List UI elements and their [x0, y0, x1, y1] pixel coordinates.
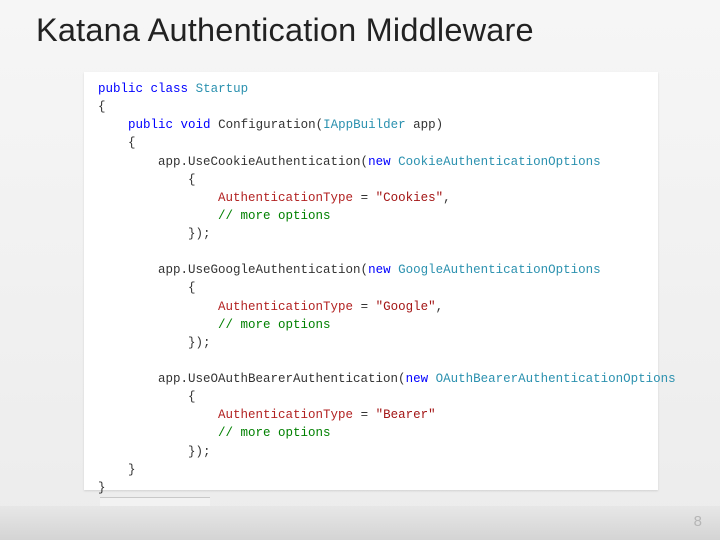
brace: { [188, 173, 196, 187]
string-google: "Google" [376, 300, 436, 314]
page-number: 8 [694, 513, 702, 530]
string-bearer: "Bearer" [376, 408, 436, 422]
brace: { [98, 100, 106, 114]
equals: = [353, 300, 376, 314]
footer-bar [0, 506, 720, 540]
equals: = [353, 408, 376, 422]
comma: , [436, 300, 444, 314]
keyword-public: public [128, 118, 173, 132]
brace: { [128, 136, 136, 150]
prop-authtype: AuthenticationType [218, 300, 353, 314]
comment-more: // more options [218, 426, 331, 440]
code-block: public class Startup { public void Confi… [84, 72, 658, 505]
method-name: Configuration( [218, 118, 323, 132]
equals: = [353, 191, 376, 205]
keyword-void: void [181, 118, 211, 132]
brace-close: }); [188, 227, 211, 241]
keyword-new: new [368, 155, 391, 169]
brace: } [128, 463, 136, 477]
keyword-public: public [98, 82, 143, 96]
brace-close: }); [188, 336, 211, 350]
prop-authtype: AuthenticationType [218, 191, 353, 205]
call-cookie: app.UseCookieAuthentication( [158, 155, 368, 169]
type-startup: Startup [196, 82, 249, 96]
type-iappbuilder: IAppBuilder [323, 118, 406, 132]
brace: { [188, 390, 196, 404]
keyword-new: new [406, 372, 429, 386]
call-google: app.UseGoogleAuthentication( [158, 263, 368, 277]
type-googleoptions: GoogleAuthenticationOptions [398, 263, 601, 277]
brace: { [188, 281, 196, 295]
keyword-new: new [368, 263, 391, 277]
param-rest: app) [406, 118, 444, 132]
type-beareroptions: OAuthBearerAuthenticationOptions [436, 372, 676, 386]
brace-close: }); [188, 445, 211, 459]
keyword-class: class [151, 82, 189, 96]
call-bearer: app.UseOAuthBearerAuthentication( [158, 372, 406, 386]
slide-title: Katana Authentication Middleware [0, 0, 720, 55]
comment-more: // more options [218, 318, 331, 332]
comment-more: // more options [218, 209, 331, 223]
brace: } [98, 481, 106, 495]
type-cookieoptions: CookieAuthenticationOptions [398, 155, 601, 169]
code-box: public class Startup { public void Confi… [84, 72, 658, 490]
decorative-tab [100, 497, 210, 506]
comma: , [443, 191, 451, 205]
slide: Katana Authentication Middleware public … [0, 0, 720, 540]
string-cookies: "Cookies" [376, 191, 444, 205]
prop-authtype: AuthenticationType [218, 408, 353, 422]
